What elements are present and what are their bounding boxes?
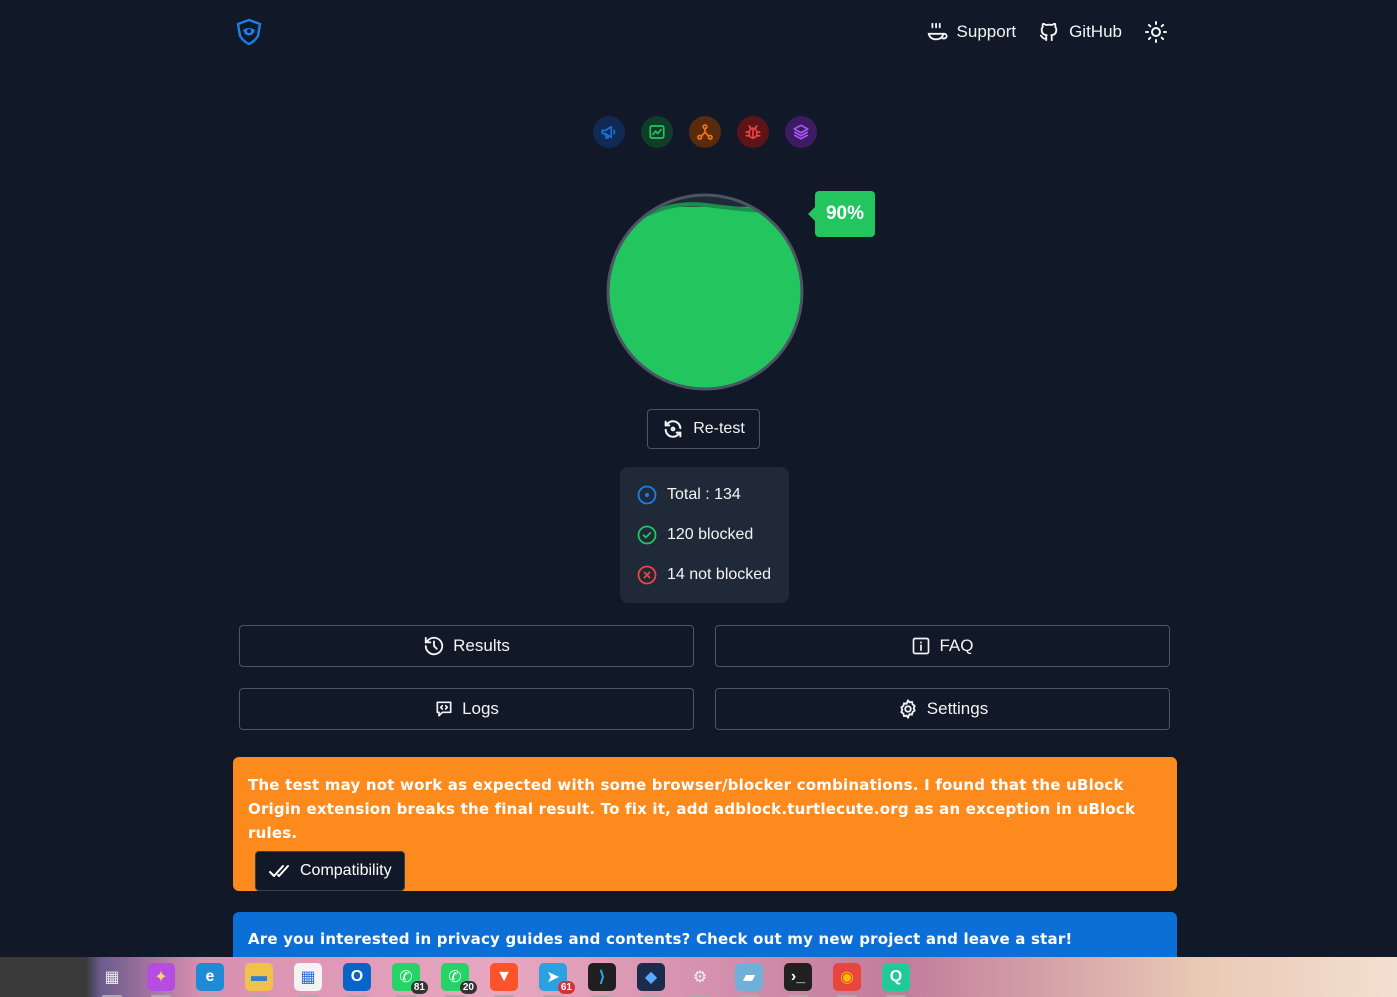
category-social[interactable]: [689, 116, 721, 148]
settings-icon[interactable]: ⚙: [686, 963, 714, 997]
app-icon[interactable]: ◆: [637, 963, 665, 997]
target-icon: [637, 485, 657, 505]
score-gauge: [606, 193, 804, 391]
warning-text: The test may not work as expected with s…: [248, 776, 1136, 842]
telegram-icon[interactable]: ➤ 61: [539, 963, 575, 997]
support-label: Support: [956, 22, 1017, 41]
stat-total: Total : 134: [637, 475, 789, 515]
vscode-icon[interactable]: ⟩: [588, 963, 616, 997]
megaphone-icon: [601, 125, 616, 139]
brave-icon[interactable]: ▼: [490, 963, 518, 997]
compatibility-label: Compatibility: [300, 862, 392, 879]
code-message-icon: [436, 701, 452, 717]
chart-icon: [649, 125, 665, 139]
settings-button[interactable]: Settings: [715, 688, 1170, 730]
whatsapp-business-icon[interactable]: ✆ 20: [441, 963, 477, 997]
coffee-icon: [927, 22, 948, 41]
history-icon: [424, 636, 444, 656]
edge-icon[interactable]: e: [196, 963, 224, 997]
logs-button[interactable]: Logs: [239, 688, 694, 730]
github-label: GitHub: [1069, 22, 1122, 41]
gear-icon: [900, 699, 916, 719]
bug-icon: [745, 125, 761, 139]
score-gauge-fill: [609, 206, 801, 388]
copilot-icon[interactable]: ✦: [147, 963, 175, 997]
retest-button[interactable]: Re-test: [647, 409, 760, 449]
notification-badge: 20: [459, 981, 477, 994]
notification-badge: 61: [557, 981, 575, 994]
compatibility-button[interactable]: Compatibility: [255, 851, 405, 891]
top-nav: Support GitHub: [904, 14, 1177, 50]
info-icon: [913, 637, 930, 655]
shield-logo-icon[interactable]: [235, 18, 263, 46]
stat-total-label: Total : 134: [667, 486, 741, 503]
retest-label: Re-test: [693, 420, 745, 437]
microsoft-store-icon[interactable]: ▦: [294, 963, 322, 997]
compatibility-warning: The test may not work as expected with s…: [233, 757, 1177, 891]
score-percent-label: 90%: [825, 203, 865, 224]
file-explorer-icon[interactable]: ▬: [245, 963, 273, 997]
stat-not-blocked: 14 not blocked: [637, 555, 789, 595]
double-check-icon: [269, 865, 289, 877]
results-button[interactable]: Results: [239, 625, 694, 667]
header: Support GitHub: [233, 14, 1177, 50]
github-link[interactable]: GitHub: [1038, 21, 1122, 43]
layers-icon: [793, 124, 809, 140]
check-circle-icon: [637, 525, 657, 545]
chrome-icon[interactable]: ◉: [833, 963, 861, 997]
stats-panel: Total : 134 120 blocked 14 not blocked: [620, 467, 789, 603]
support-link[interactable]: Support: [926, 21, 1017, 43]
stat-blocked: 120 blocked: [637, 515, 789, 555]
category-ads[interactable]: [593, 116, 625, 148]
whatsapp-icon[interactable]: ✆ 81: [392, 963, 428, 997]
category-mix[interactable]: [785, 116, 817, 148]
github-icon: [1039, 22, 1058, 42]
stat-blocked-label: 120 blocked: [667, 526, 754, 543]
settings-label: Settings: [926, 699, 989, 718]
category-error-trackers[interactable]: [737, 116, 769, 148]
search-app-icon[interactable]: Q: [882, 963, 910, 997]
notification-badge: 81: [410, 981, 428, 994]
results-label: Results: [453, 636, 510, 655]
sun-icon: [1145, 21, 1167, 43]
stat-not-blocked-label: 14 not blocked: [667, 566, 772, 583]
refresh-icon: [664, 420, 682, 438]
terminal-icon[interactable]: ›_: [784, 963, 812, 997]
outlook-icon[interactable]: O: [343, 963, 371, 997]
network-icon: [697, 124, 713, 140]
promo-text: Are you interested in privacy guides and…: [248, 930, 1073, 948]
windows-taskbar: ▦ ✦ e ▬ ▦ O ✆ 81 ✆ 20 ▼ ➤ 61 ⟩ ◆ ⚙ ▰ ›_ ◉ Q: [0, 957, 1397, 997]
faq-label: FAQ: [939, 636, 974, 655]
theme-toggle[interactable]: [1144, 20, 1177, 44]
x-circle-icon: [637, 565, 657, 585]
taskbar-search-area[interactable]: [0, 957, 86, 997]
score-percent-badge: 90%: [808, 191, 875, 237]
category-icons: [593, 116, 817, 148]
notes-icon[interactable]: ▰: [735, 963, 763, 997]
faq-button[interactable]: FAQ: [715, 625, 1170, 667]
category-analytics[interactable]: [641, 116, 673, 148]
task-view-icon[interactable]: ▦: [98, 963, 126, 997]
logs-label: Logs: [462, 699, 499, 718]
